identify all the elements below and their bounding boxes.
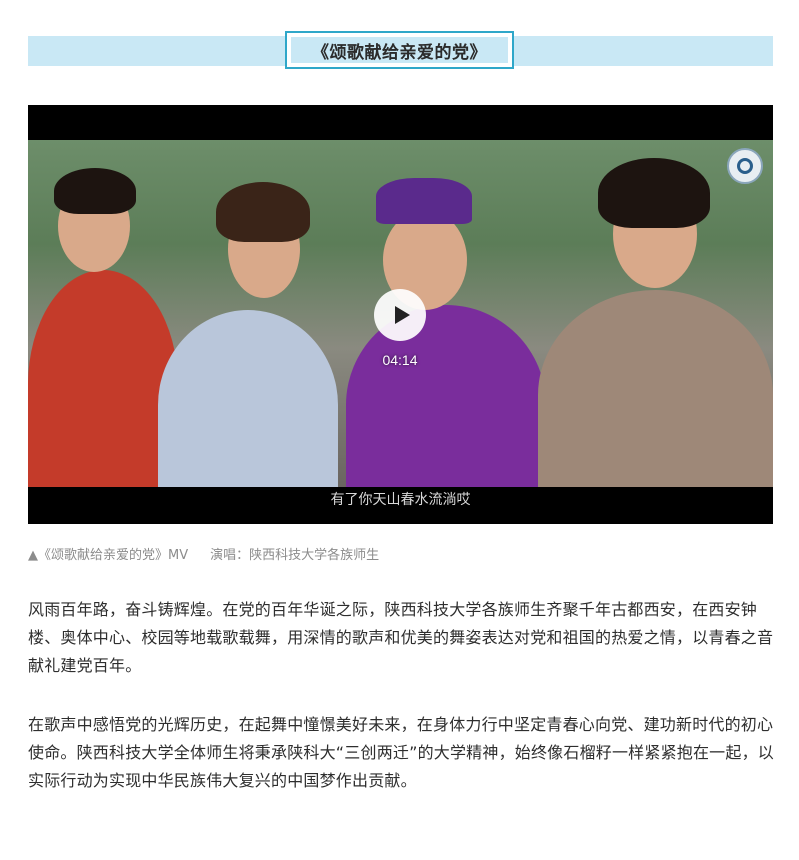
performer-hat (376, 178, 472, 224)
performer-figure (346, 305, 546, 487)
caption-work: ▲《颂歌献给亲爱的党》MV (28, 548, 189, 563)
caption-performer: 演唱：陕西科技大学各族师生 (210, 548, 380, 563)
body-paragraph: 在歌声中感悟党的光辉历史，在起舞中憧憬美好未来，在身体力行中坚定青春心向党、建功… (28, 715, 774, 790)
section-title: 《颂歌献给亲爱的党》 (312, 42, 487, 63)
body-paragraph: 风雨百年路，奋斗铸辉煌。在党的百年华诞之际，陕西科技大学各族师生齐聚千年古都西安… (28, 600, 774, 675)
performer-hair (54, 168, 136, 214)
play-button[interactable] (374, 289, 426, 341)
performer-figure (158, 310, 338, 487)
watermark-logo (52, 412, 116, 464)
video-duration: 04:14 (382, 352, 418, 368)
performer-hair (598, 158, 710, 228)
performer-figure (538, 290, 773, 487)
performer-hair (216, 182, 310, 242)
video-player[interactable]: 04:14 有了你天山春水流淌哎 (28, 105, 773, 524)
video-subtitle: 有了你天山春水流淌哎 (330, 492, 471, 508)
video-caption: ▲《颂歌献给亲爱的党》MV 演唱：陕西科技大学各族师生 (28, 544, 379, 563)
channel-logo-icon (727, 148, 763, 184)
title-box: 《颂歌献给亲爱的党》 (285, 31, 514, 69)
